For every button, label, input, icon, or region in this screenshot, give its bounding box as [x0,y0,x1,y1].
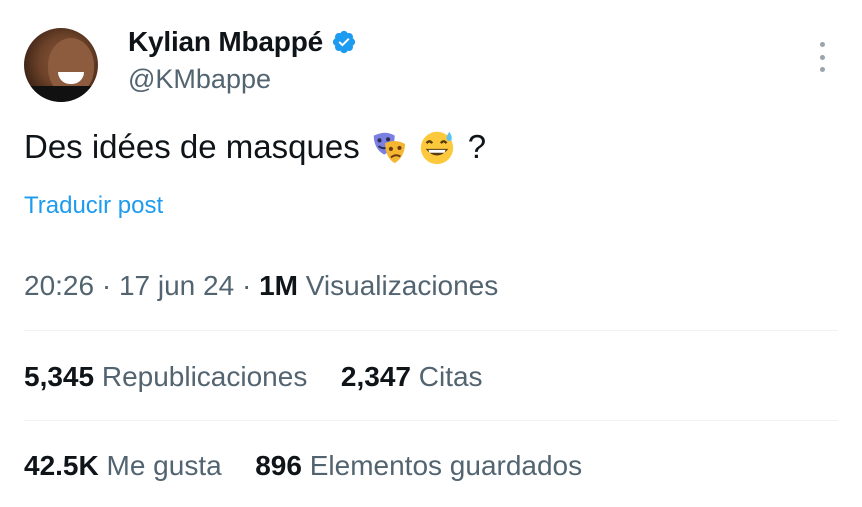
more-options-button[interactable] [812,42,832,72]
quotes-label: Citas [418,361,483,392]
reposts-count: 5,345 [24,361,95,392]
post-date[interactable]: 17 jun 24 [119,270,234,301]
avatar[interactable] [24,28,98,102]
divider [24,420,838,421]
divider [24,330,838,331]
reposts-label: Republicaciones [101,361,308,392]
more-dot-icon [819,67,825,72]
quotes-stat[interactable]: 2,347 Citas [341,361,483,392]
stats-row-reposts: 5,345 Republicaciones 2,347 Citas [24,361,483,393]
user-handle[interactable]: @KMbappe [128,64,271,95]
post-time[interactable]: 20:26 [24,270,94,301]
likes-count: 42.5K [24,450,99,481]
bookmarks-count: 896 [255,450,302,481]
likes-stat[interactable]: 42.5K Me gusta [24,450,229,481]
grinning-sweat-emoji-icon [420,131,453,165]
bookmarks-stat[interactable]: 896 Elementos guardados [255,450,582,481]
views-count: 1M [259,270,298,301]
more-dot-icon [819,54,825,60]
quotes-count: 2,347 [340,361,411,392]
meta-separator: · [101,270,112,301]
verified-badge-icon [332,30,356,54]
reposts-stat[interactable]: 5,345 Republicaciones [24,361,315,392]
translate-post-link[interactable]: Traducir post [24,192,163,220]
more-dot-icon [819,42,825,47]
author-name-row[interactable]: Kylian Mbappé [128,26,357,58]
post-meta: 20:26 · 17 jun 24 · 1M Visualizaciones [24,270,498,302]
stats-row-likes: 42.5K Me gusta 896 Elementos guardados [24,450,582,482]
bookmarks-label: Elementos guardados [309,450,583,481]
post-text: Des idées de masques ? [24,128,486,166]
post-text-body: Des idées de masques [24,128,360,165]
display-name[interactable]: Kylian Mbappé [128,26,323,58]
likes-label: Me gusta [106,450,222,481]
post-text-suffix: ? [467,128,487,165]
avatar-shirt [24,86,98,102]
performing-arts-emoji-icon [373,132,405,164]
meta-separator: · [241,270,252,301]
views-label: Visualizaciones [305,270,499,301]
